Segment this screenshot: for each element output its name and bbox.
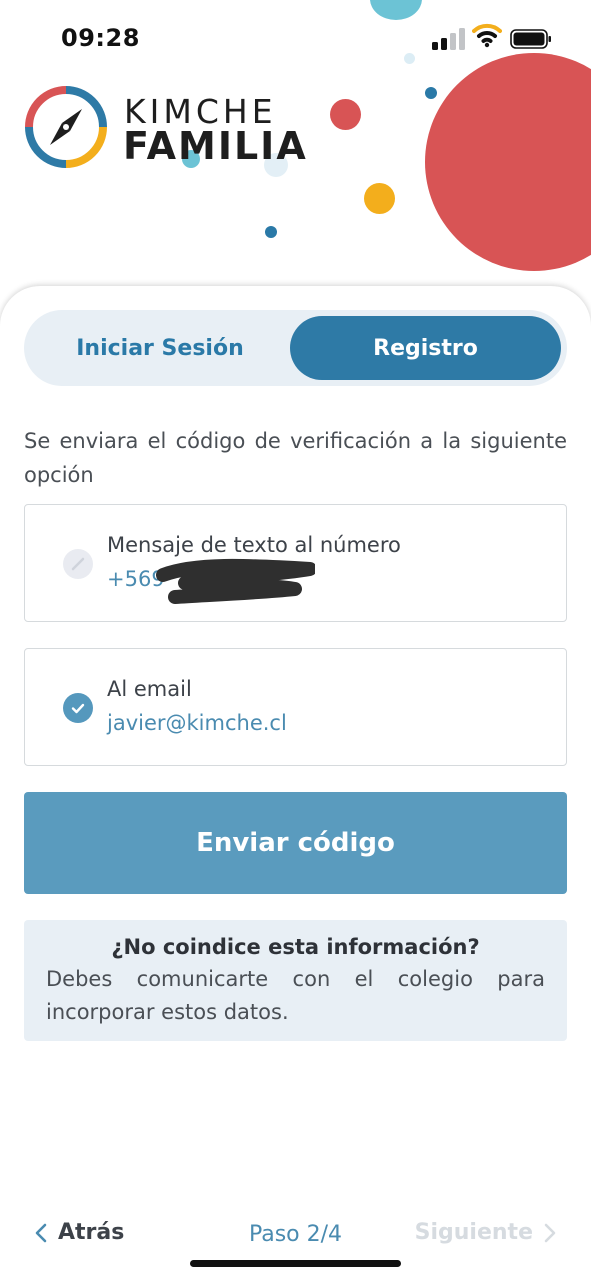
battery-icon xyxy=(510,29,551,49)
mismatch-info-box: ¿No coindice esta información? Debes com… xyxy=(24,920,567,1041)
sms-option-label: Mensaje de texto al número xyxy=(107,533,401,557)
email-radio[interactable] xyxy=(63,693,93,723)
decor-dot xyxy=(330,99,361,130)
brand-name-line2: FAMILIA xyxy=(123,124,308,168)
next-label: Siguiente xyxy=(414,1220,533,1245)
sms-radio[interactable] xyxy=(63,549,93,579)
send-code-button[interactable]: Enviar código xyxy=(24,792,567,894)
wifi-icon xyxy=(472,23,502,48)
chevron-right-icon xyxy=(544,1223,556,1242)
verification-intro-text: Se enviara el código de verificación a l… xyxy=(24,429,567,487)
email-option[interactable]: Al email javier@kimche.cl xyxy=(24,648,567,766)
tab-login[interactable]: Iniciar Sesión xyxy=(30,316,290,380)
email-option-label: Al email xyxy=(107,677,192,701)
email-address: javier@kimche.cl xyxy=(107,711,287,735)
home-indicator[interactable] xyxy=(190,1260,401,1267)
tab-register[interactable]: Registro xyxy=(290,316,561,380)
status-bar: 09:28 xyxy=(0,0,591,80)
decor-dot xyxy=(425,87,437,99)
decor-dot xyxy=(265,226,277,238)
decor-dot xyxy=(425,53,591,271)
cellular-signal-icon xyxy=(432,28,465,50)
disabled-slash-icon xyxy=(71,557,85,571)
check-icon xyxy=(71,703,85,714)
decor-dot xyxy=(364,183,395,214)
auth-tabs: Iniciar Sesión Registro xyxy=(24,310,567,386)
redaction-scribble xyxy=(156,558,315,604)
info-title: ¿No coindice esta información? xyxy=(111,935,480,959)
status-time: 09:28 xyxy=(61,24,140,52)
info-text: Debes comunicarte con el colegio para in… xyxy=(46,967,545,1024)
next-button[interactable]: Siguiente xyxy=(415,1220,557,1245)
compass-logo-icon xyxy=(25,86,107,168)
sms-option[interactable]: Mensaje de texto al número +569 xyxy=(24,504,567,622)
